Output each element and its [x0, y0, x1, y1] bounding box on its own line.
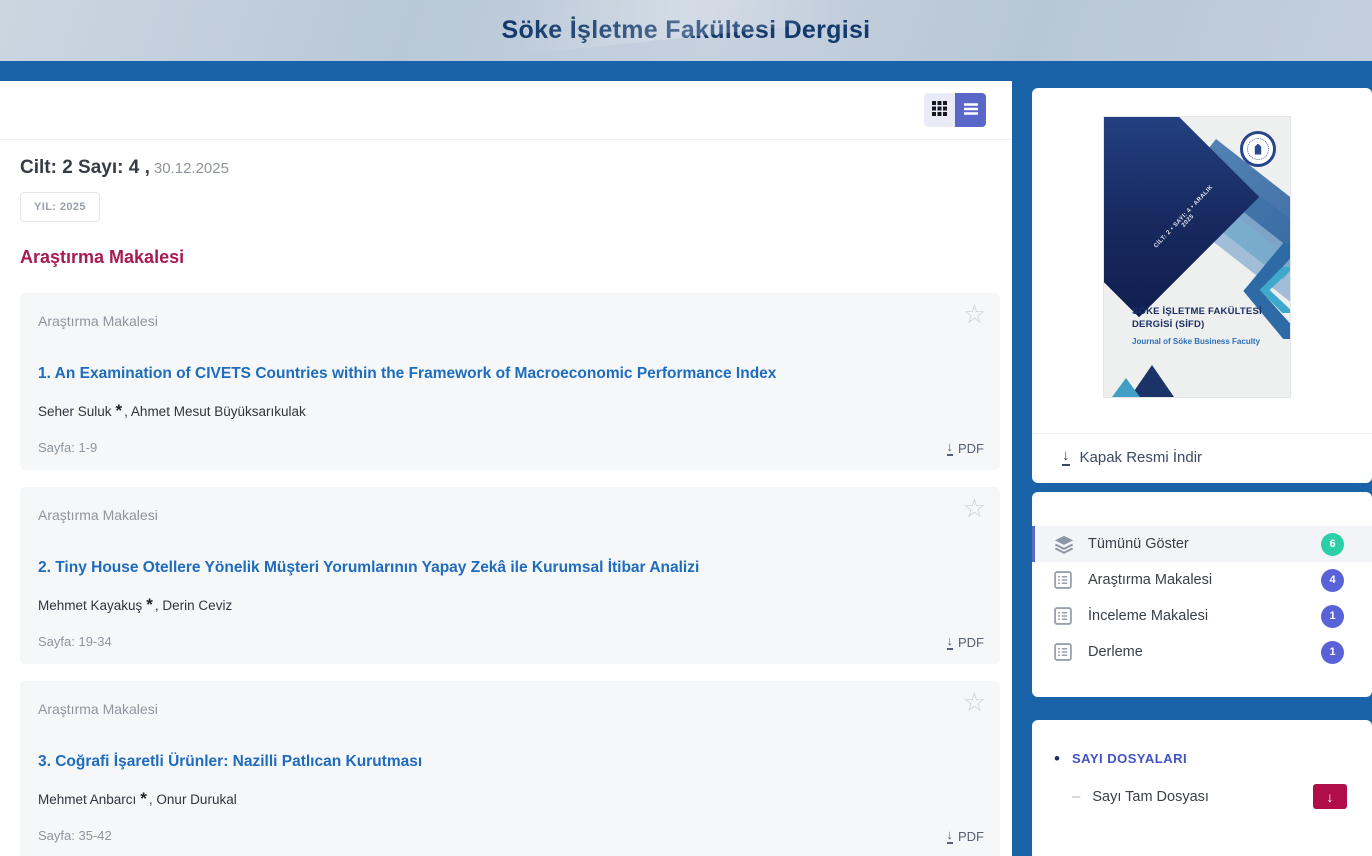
cover-download-link[interactable]: ↓ Kapak Resmi İndir	[1062, 448, 1202, 466]
article-type-label: Araştırma Makalesi	[38, 507, 158, 523]
article-authors: Mehmet Anbarcı *, Onur Durukal	[38, 789, 237, 808]
download-icon: ↓	[1326, 788, 1334, 805]
section-heading: Araştırma Makalesi	[20, 247, 185, 267]
toolbar	[0, 81, 1012, 140]
article-title-link[interactable]: 3. Coğrafi İşaretli Ürünler: Nazilli Pat…	[38, 753, 422, 771]
list-view-button[interactable]	[955, 93, 986, 127]
issue-files-heading-label: SAYI DOSYALARI	[1071, 751, 1188, 766]
journal-cover-image: CİLT: 2 • SAYI: 4 • ARALIK 2025 SÖKE İŞL…	[1104, 117, 1290, 397]
university-logo-mark	[1254, 143, 1262, 155]
category-item-all[interactable]: Tümünü Göster 6	[1032, 526, 1372, 562]
issue-files-card: • SAYI DOSYALARI – Sayı Tam Dosyası ↓	[1032, 720, 1372, 856]
article-pages: Sayfa: 19-34	[38, 634, 112, 649]
corresponding-author-asterisk: *	[115, 401, 123, 420]
dash-icon: –	[1072, 788, 1081, 805]
cover-card: CİLT: 2 • SAYI: 4 • ARALIK 2025 SÖKE İŞL…	[1032, 88, 1372, 483]
university-logo	[1240, 131, 1276, 167]
list-icon	[1054, 643, 1075, 661]
cover-title-line1: SÖKE İŞLETME FAKÜLTESİ	[1132, 306, 1262, 317]
category-count-badge: 1	[1321, 640, 1344, 664]
bullet-icon: •	[1054, 749, 1060, 768]
article-pages: Sayfa: 1-9	[38, 440, 98, 455]
article-type-label: Araştırma Makalesi	[38, 313, 158, 329]
page: Söke İşletme Fakültesi Dergisi Cilt: 2 S…	[0, 0, 1372, 856]
pdf-download-link[interactable]: ↓ PDF	[946, 439, 984, 456]
issue-content: Cilt: 2 Sayı: 4 , 30.12.2025 YIL: 2025 Ar…	[0, 140, 1012, 856]
journal-header: Söke İşletme Fakültesi Dergisi	[0, 0, 1372, 61]
category-label: Derleme	[1088, 644, 1143, 660]
category-item-inceleme-makalesi[interactable]: İnceleme Makalesi 1	[1032, 598, 1372, 634]
cover-title-line2: DERGİSİ (SİFD)	[1132, 319, 1205, 330]
issue-file-link[interactable]: Sayı Tam Dosyası	[1092, 789, 1209, 805]
category-count-badge: 4	[1321, 568, 1344, 592]
download-icon: ↓	[946, 439, 953, 456]
category-label: İnceleme Makalesi	[1088, 608, 1209, 624]
list-icon	[1054, 571, 1075, 589]
cover-subtitle: Journal of Söke Business Faculty	[1132, 337, 1261, 346]
article-title-link[interactable]: 2. Tiny House Otellere Yönelik Müşteri Y…	[38, 559, 699, 577]
header-stripe	[0, 61, 1372, 81]
issue-file-download-button[interactable]: ↓	[1313, 784, 1347, 809]
journal-title: Söke İşletme Fakültesi Dergisi	[501, 16, 871, 44]
list-icon	[1054, 607, 1075, 625]
main-panel: Cilt: 2 Sayı: 4 , 30.12.2025 YIL: 2025 Ar…	[0, 81, 1012, 856]
issue-files-heading: • SAYI DOSYALARI	[1054, 750, 1347, 767]
download-icon: ↓	[1062, 447, 1070, 466]
categories-card: Tümünü Göster 6 Araştırma Makalesi 4 İnc…	[1032, 492, 1372, 697]
corresponding-author-asterisk: *	[140, 789, 147, 808]
issue-file-row: – Sayı Tam Dosyası ↓	[1054, 784, 1347, 809]
article-card: Araştırma Makalesi ☆ 3. Coğrafi İşaretli…	[20, 681, 1000, 856]
category-label: Tümünü Göster	[1088, 536, 1189, 552]
article-card: Araştırma Makalesi ☆ 1. An Examination o…	[20, 293, 1000, 470]
pdf-download-link[interactable]: ↓ PDF	[946, 633, 984, 650]
layers-icon	[1054, 535, 1075, 554]
cover-triangle-teal	[1112, 378, 1140, 397]
issue-line: Cilt: 2 Sayı: 4 , 30.12.2025	[20, 157, 1012, 179]
category-label: Araştırma Makalesi	[1088, 572, 1213, 588]
issue-title: Cilt: 2 Sayı: 4 ,	[20, 157, 150, 178]
view-toggle	[924, 93, 986, 127]
category-count-badge: 1	[1321, 604, 1344, 628]
corresponding-author-asterisk: *	[146, 595, 153, 614]
category-item-arastirma-makalesi[interactable]: Araştırma Makalesi 4	[1032, 562, 1372, 598]
download-icon: ↓	[946, 633, 953, 650]
article-authors: Seher Suluk *, Ahmet Mesut Büyüksarıkulak	[38, 401, 306, 420]
divider	[1032, 433, 1372, 434]
grid-view-button[interactable]	[924, 93, 955, 127]
download-icon: ↓	[946, 827, 953, 844]
issue-date: 30.12.2025	[153, 160, 229, 177]
cover-triangle-navy	[1130, 365, 1174, 397]
article-title-link[interactable]: 1. An Examination of CIVETS Countries wi…	[38, 365, 776, 383]
year-badge: YIL: 2025	[20, 192, 100, 222]
favorite-star-icon[interactable]: ☆	[963, 299, 986, 330]
favorite-star-icon[interactable]: ☆	[963, 687, 986, 718]
pdf-download-link[interactable]: ↓ PDF	[946, 827, 984, 844]
list-view-icon	[963, 102, 979, 119]
category-count-badge: 6	[1321, 532, 1344, 556]
article-type-label: Araştırma Makalesi	[38, 701, 158, 717]
university-logo-ring	[1247, 138, 1269, 160]
cover-title-block: SÖKE İŞLETME FAKÜLTESİ DERGİSİ (SİFD) Jo…	[1132, 305, 1262, 346]
sidebar: CİLT: 2 • SAYI: 4 • ARALIK 2025 SÖKE İŞL…	[1012, 81, 1372, 856]
favorite-star-icon[interactable]: ☆	[963, 493, 986, 524]
article-pages: Sayfa: 35-42	[38, 828, 112, 843]
category-item-derleme[interactable]: Derleme 1	[1032, 634, 1372, 670]
grid-icon	[932, 101, 947, 119]
article-authors: Mehmet Kayakuş *, Derin Ceviz	[38, 595, 233, 614]
article-card: Araştırma Makalesi ☆ 2. Tiny House Otell…	[20, 487, 1000, 664]
